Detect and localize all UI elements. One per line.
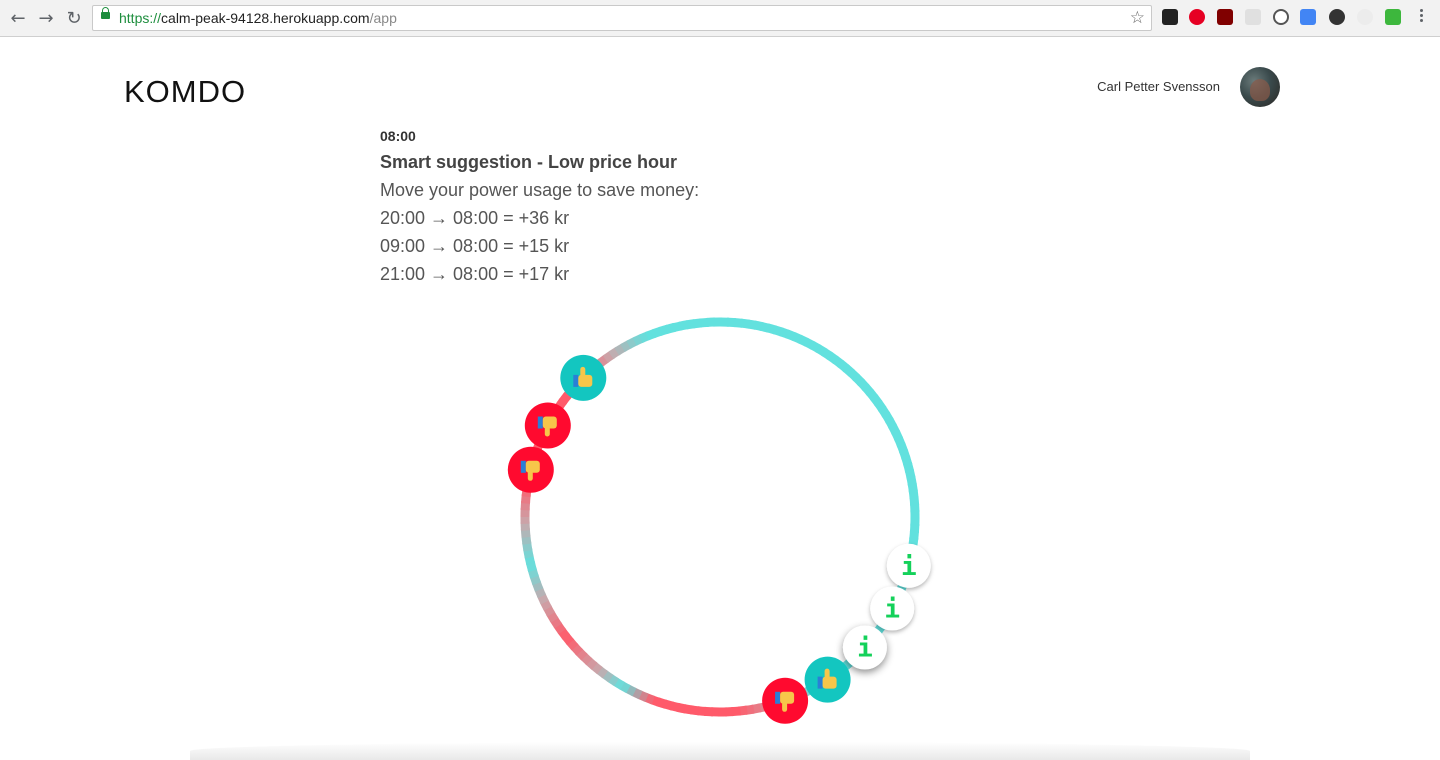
extension-pirate-icon[interactable] [1162, 9, 1178, 25]
thumb-shape [542, 416, 557, 429]
thumb-shape [573, 374, 579, 387]
thumb-shape [822, 676, 837, 689]
reload-icon[interactable]: ↻ [64, 8, 84, 29]
avatar[interactable] [1240, 67, 1280, 107]
ublock-icon[interactable] [1217, 9, 1233, 25]
move-item: 09:00 → 08:00 = +15 kr [380, 236, 570, 256]
lock-icon [101, 7, 110, 19]
info-icon: i [884, 595, 900, 625]
extension-circle-icon[interactable] [1357, 9, 1373, 25]
url-path: /app [369, 10, 397, 26]
browser-toolbar: ← → ↻ https://calm-peak-94128.herokuapp.… [0, 0, 1440, 37]
thumbs-down-marker[interactable] [507, 446, 554, 493]
thumb-shape [775, 691, 781, 704]
price-clock: iii [500, 300, 960, 730]
bottom-panel-shadow [190, 742, 1250, 760]
address-bar[interactable]: https://calm-peak-94128.herokuapp.com/ap… [92, 5, 1152, 31]
suggestion-title: Smart suggestion - Low price hour [380, 152, 678, 172]
thumbs-down-marker[interactable] [524, 402, 571, 449]
info-marker[interactable]: i [842, 625, 887, 670]
suggestion-panel: 08:00 Smart suggestion - Low price hour … [380, 128, 699, 292]
bookmark-star-icon[interactable]: ☆ [1130, 8, 1145, 28]
price-ring-svg: iii [507, 317, 931, 724]
move-item: 21:00 → 08:00 = +17 kr [380, 264, 570, 284]
info-icon: i [901, 552, 917, 582]
url-host: calm-peak-94128.herokuapp.com [161, 10, 370, 26]
thumb-shape [817, 676, 823, 689]
thumb-shape [544, 426, 550, 437]
extension-grid-icon[interactable] [1245, 9, 1261, 25]
thumb-shape [527, 470, 533, 481]
move-item: 20:00 → 08:00 = +36 kr [380, 208, 570, 228]
info-icon: i [857, 634, 873, 664]
forward-icon[interactable]: → [36, 8, 56, 29]
thumb-shape [780, 691, 795, 704]
google-translate-icon[interactable] [1300, 9, 1316, 25]
url-protocol: https:// [119, 10, 162, 26]
thumb-shape [580, 366, 586, 377]
thumb-shape [782, 701, 788, 712]
thumb-shape [520, 460, 526, 473]
suggestion-subtitle: Move your power usage to save money: [380, 180, 700, 200]
url-text[interactable]: https://calm-peak-94128.herokuapp.com/ap… [119, 10, 397, 26]
thumbs-up-marker[interactable] [560, 354, 607, 401]
app-logo[interactable]: KOMDO [124, 74, 246, 110]
extension-green-icon[interactable] [1385, 9, 1401, 25]
pinterest-icon[interactable] [1189, 9, 1205, 25]
thumbs-up-marker[interactable] [804, 656, 851, 703]
user-name[interactable]: Carl Petter Svensson [1097, 79, 1220, 94]
back-icon[interactable]: ← [8, 8, 28, 29]
thumb-shape [578, 374, 593, 387]
info-marker[interactable]: i [886, 543, 931, 588]
thumbs-down-marker[interactable] [762, 677, 809, 724]
marker-group: iii [507, 354, 931, 724]
menu-kebab-icon[interactable] [1418, 7, 1424, 29]
info-marker[interactable]: i [870, 586, 915, 631]
thumb-shape [824, 668, 830, 679]
privacy-badger-icon[interactable] [1273, 9, 1289, 25]
suggestion-time: 08:00 [380, 128, 416, 144]
thumb-shape [537, 416, 543, 429]
color-picker-icon[interactable] [1329, 9, 1345, 25]
thumb-shape [525, 460, 540, 473]
